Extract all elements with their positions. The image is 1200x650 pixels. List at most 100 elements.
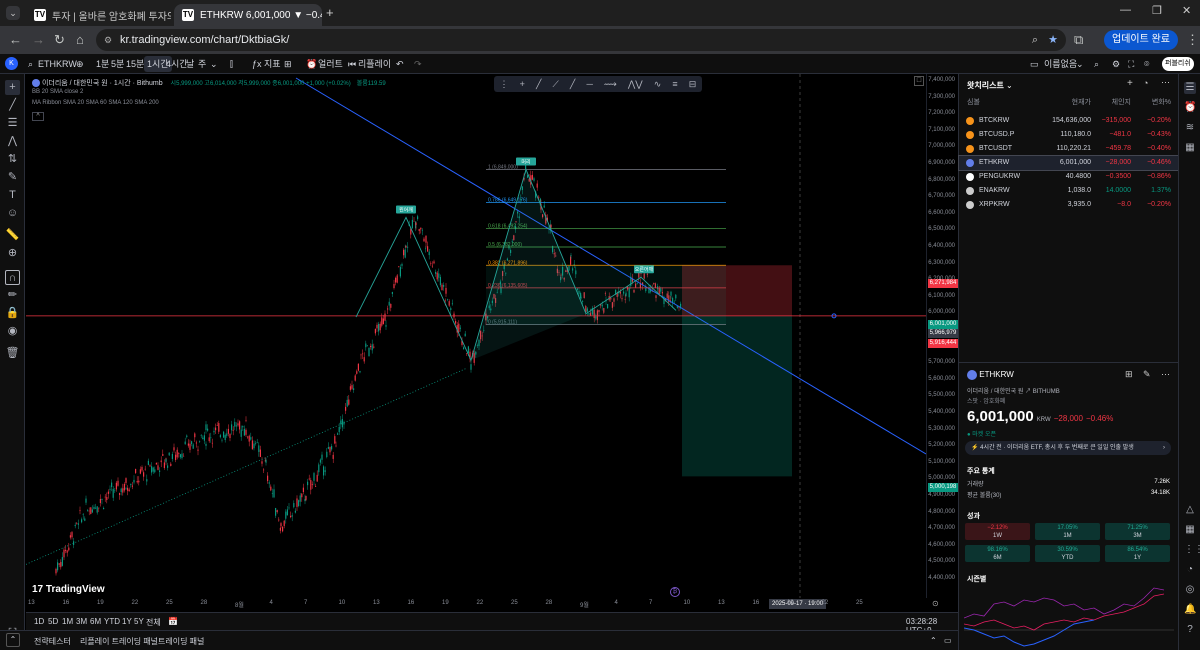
settings-icon[interactable]: ⚙	[1112, 54, 1120, 74]
collapse-panel-icon[interactable]: ⌃	[930, 636, 937, 645]
range-6m[interactable]: 6M	[90, 617, 101, 626]
range-all[interactable]: 전체	[146, 617, 161, 628]
undo-icon[interactable]: ↶	[396, 54, 404, 74]
extensions-icon[interactable]: ⧉	[1074, 26, 1083, 54]
collapse-legend-icon[interactable]: ^	[32, 112, 44, 121]
horizontal-line-icon[interactable]: ─	[586, 76, 592, 92]
interval-15m[interactable]: 15분	[126, 54, 144, 74]
interval-4h[interactable]: 4시간	[166, 54, 188, 74]
interval-1m[interactable]: 1분	[96, 54, 109, 74]
pattern-tool-icon[interactable]: ⋀	[5, 134, 20, 149]
trash-icon[interactable]: 🗑	[5, 346, 20, 361]
fib-icon[interactable]: ≡	[672, 76, 677, 92]
interval-week[interactable]: 주	[198, 54, 206, 74]
watchlist-row[interactable]: PENGUKRW 40.4800 −0.3500 −0.86%	[959, 170, 1179, 184]
details-more-icon[interactable]: ⋯	[1161, 369, 1170, 380]
crosshair-mode-icon[interactable]: +	[520, 76, 525, 92]
goto-date-icon[interactable]: 📅	[168, 617, 178, 626]
line-icon[interactable]: ╱	[536, 76, 541, 92]
indicator-bb[interactable]: BB 20 SMA close 2	[32, 89, 83, 95]
apps-icon[interactable]: ⋮⋮	[1184, 544, 1200, 556]
news-feed-icon[interactable]: ◔	[1184, 564, 1196, 576]
tab-list-icon[interactable]: ⌄	[6, 6, 20, 20]
news-banner[interactable]: ⚡ 4시간 전 · 이더리움 ETF, 총시 후 두 번째로 큰 일일 인출 발…	[965, 441, 1171, 455]
bookmark-star-icon[interactable]: ★	[1048, 29, 1058, 51]
alert-button[interactable]: 얼러트	[318, 54, 343, 74]
watchlist-row[interactable]: BTCKRW 154,636,000 −315,000 −0.20%	[959, 114, 1179, 128]
watchlist-row[interactable]: ENAKRW 1,038.0 14.0000 1.37%	[959, 184, 1179, 198]
watchlist-dropdown-icon[interactable]: ⌄	[1006, 81, 1013, 90]
layers-icon[interactable]: ≋	[1184, 122, 1196, 134]
new-tab-icon[interactable]: +	[326, 5, 334, 20]
publish-button[interactable]: 퍼블리쉬	[1162, 57, 1194, 71]
lock-icon[interactable]: 🔒	[5, 306, 20, 321]
add-symbol-icon[interactable]: +	[1127, 78, 1133, 89]
wave-icon[interactable]: ∿	[654, 76, 662, 92]
toggle-panel-icon[interactable]: ⌃	[6, 633, 20, 647]
position-icon[interactable]: ⊟	[689, 76, 697, 92]
performance-cell[interactable]: −2.12% 1W	[965, 523, 1030, 540]
interval-day[interactable]: 날	[186, 54, 194, 74]
range-3m[interactable]: 3M	[76, 617, 87, 626]
fullscreen-icon[interactable]: ⛶	[1128, 54, 1134, 74]
chart-settings-icon[interactable]: □	[914, 76, 924, 86]
extended-line-icon[interactable]: ╱	[570, 76, 575, 92]
performance-cell[interactable]: 71.25% 3M	[1105, 523, 1170, 540]
col-change[interactable]: 체인지	[1112, 96, 1131, 110]
range-5d[interactable]: 5D	[48, 617, 58, 626]
indicator-ma-ribbon[interactable]: MA Ribbon SMA 20 SMA 60 SMA 120 SMA 200	[32, 100, 159, 106]
ray-icon[interactable]: ⟋	[553, 76, 559, 92]
pattern-icon[interactable]: ⋀⋁	[628, 76, 643, 92]
col-last[interactable]: 현재가	[1072, 96, 1091, 110]
fib-tool-icon[interactable]: ☰	[5, 116, 20, 131]
browser-tab-1[interactable]: TV 투자 | 올바른 암호화폐 투자의 ... ✕	[26, 4, 171, 26]
tab-trading-panel[interactable]: 트레이딩 패널	[158, 636, 204, 647]
watchlist-title[interactable]: 왓치리스트	[967, 81, 1004, 90]
zoom-in-icon[interactable]: ⊕	[5, 246, 20, 261]
indicators-button[interactable]: 지표	[264, 54, 281, 74]
watchlist-more-icon[interactable]: ⋯	[1161, 77, 1170, 88]
update-button[interactable]: 업데이트 완료	[1104, 30, 1178, 50]
layout-dropdown-icon[interactable]: ⌄	[1076, 54, 1084, 74]
performance-cell[interactable]: 17.05% 1M	[1035, 523, 1100, 540]
prediction-tool-icon[interactable]: ⇅	[5, 152, 20, 167]
scroll-to-realtime-icon[interactable]: ₿	[670, 587, 680, 597]
details-edit-icon[interactable]: ✎	[1143, 369, 1151, 380]
text-tool-icon[interactable]: T	[5, 188, 20, 203]
watchlist-row[interactable]: BTCUSD.P 110,180.0 −481.0 −0.43%	[959, 128, 1179, 142]
watchlist-row[interactable]: ETHKRW 6,001,000 −28,000 −0.46%	[958, 155, 1180, 171]
details-symbol[interactable]: ETHKRW	[979, 370, 1014, 379]
reload-icon[interactable]: ↻	[54, 26, 65, 54]
chart-canvas[interactable]: 1 (6,849,000)0.786 (6,649,176)0.618 (6,4…	[26, 74, 926, 604]
crosshair-icon[interactable]: +	[5, 80, 20, 95]
seasonal-chart[interactable]	[964, 584, 1174, 648]
home-icon[interactable]: ⌂	[76, 26, 84, 54]
indicators-icon[interactable]: ƒx	[252, 54, 262, 74]
url-input[interactable]: ⚙ kr.tradingview.com/chart/DktbiaGk/ ⌕ ★	[96, 29, 1066, 51]
symbol-search-button[interactable]: ETHKRW	[38, 54, 77, 74]
chart-pane[interactable]: 1 (6,849,000) 0.786 (6,649,176) 0.618 (6,4…	[26, 74, 926, 604]
watchlist-row[interactable]: BTCUSDT 110,220.21 −459.78 −0.40%	[959, 142, 1179, 156]
zoom-icon[interactable]: ⌕	[1032, 29, 1038, 51]
watchlist-icon[interactable]: ☰	[1184, 82, 1196, 94]
external-link-icon[interactable]: ↗	[1025, 389, 1031, 395]
hide-icon[interactable]: ◉	[5, 324, 20, 339]
replay-button[interactable]: 리플레이	[358, 54, 391, 74]
performance-cell[interactable]: 86.54% 1Y	[1105, 545, 1170, 562]
lock-drawings-icon[interactable]: ✏	[5, 288, 20, 303]
range-ytd[interactable]: YTD	[104, 617, 120, 626]
range-1d[interactable]: 1D	[34, 617, 44, 626]
magnet-icon[interactable]: ∩	[5, 270, 20, 285]
calendar-icon[interactable]: ▦	[1184, 142, 1196, 154]
brush-icon[interactable]: ✎	[5, 170, 20, 185]
candle-type-icon[interactable]: ⫿	[230, 54, 233, 74]
back-icon[interactable]: ←	[9, 26, 22, 54]
col-change-pct[interactable]: 변화%	[1152, 96, 1171, 110]
compare-icon[interactable]: ⊕	[76, 54, 84, 74]
emoji-icon[interactable]: ☺	[5, 206, 20, 221]
range-5y[interactable]: 5Y	[134, 617, 144, 626]
site-info-icon[interactable]: ⚙	[104, 29, 112, 51]
price-axis[interactable]: 7,400,000 7,300,000 7,200,000 7,100,000 7,00…	[926, 74, 958, 604]
interval-5m[interactable]: 5분	[111, 54, 124, 74]
symbol-search-icon[interactable]: ⌕	[28, 54, 33, 74]
